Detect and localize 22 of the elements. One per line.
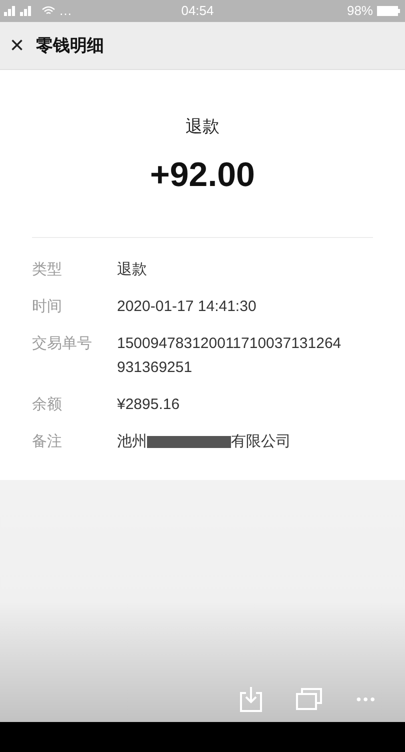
battery-percent: 98% [346,2,373,20]
battery-icon [377,6,401,16]
detail-label: 类型 [32,260,63,280]
detail-value: ¥2895.16 [117,394,181,414]
close-button[interactable]: × [4,34,30,58]
windows-icon[interactable] [296,688,322,710]
transaction-type: 退款 [186,116,220,138]
detail-value: 有限公司 [231,432,291,452]
wifi-icon [42,6,55,16]
detail-label: 余额 [32,394,63,414]
detail-value: 150094783120011710037131264931369251 [117,334,342,378]
download-icon[interactable] [240,686,262,712]
status-dots: … [59,2,72,20]
amount: +92.00 [150,154,255,196]
detail-value: 2020-01-17 14:41:30 [117,296,258,316]
status-time: 04:54 [180,2,215,20]
detail-label: 时间 [32,296,63,316]
detail-label: 交易单号 [32,334,93,354]
detail-label: 备注 [32,432,63,452]
detail-value: 退款 [117,260,148,280]
page-title: 零钱明细 [36,34,104,57]
detail-value: 池州 [117,432,147,452]
